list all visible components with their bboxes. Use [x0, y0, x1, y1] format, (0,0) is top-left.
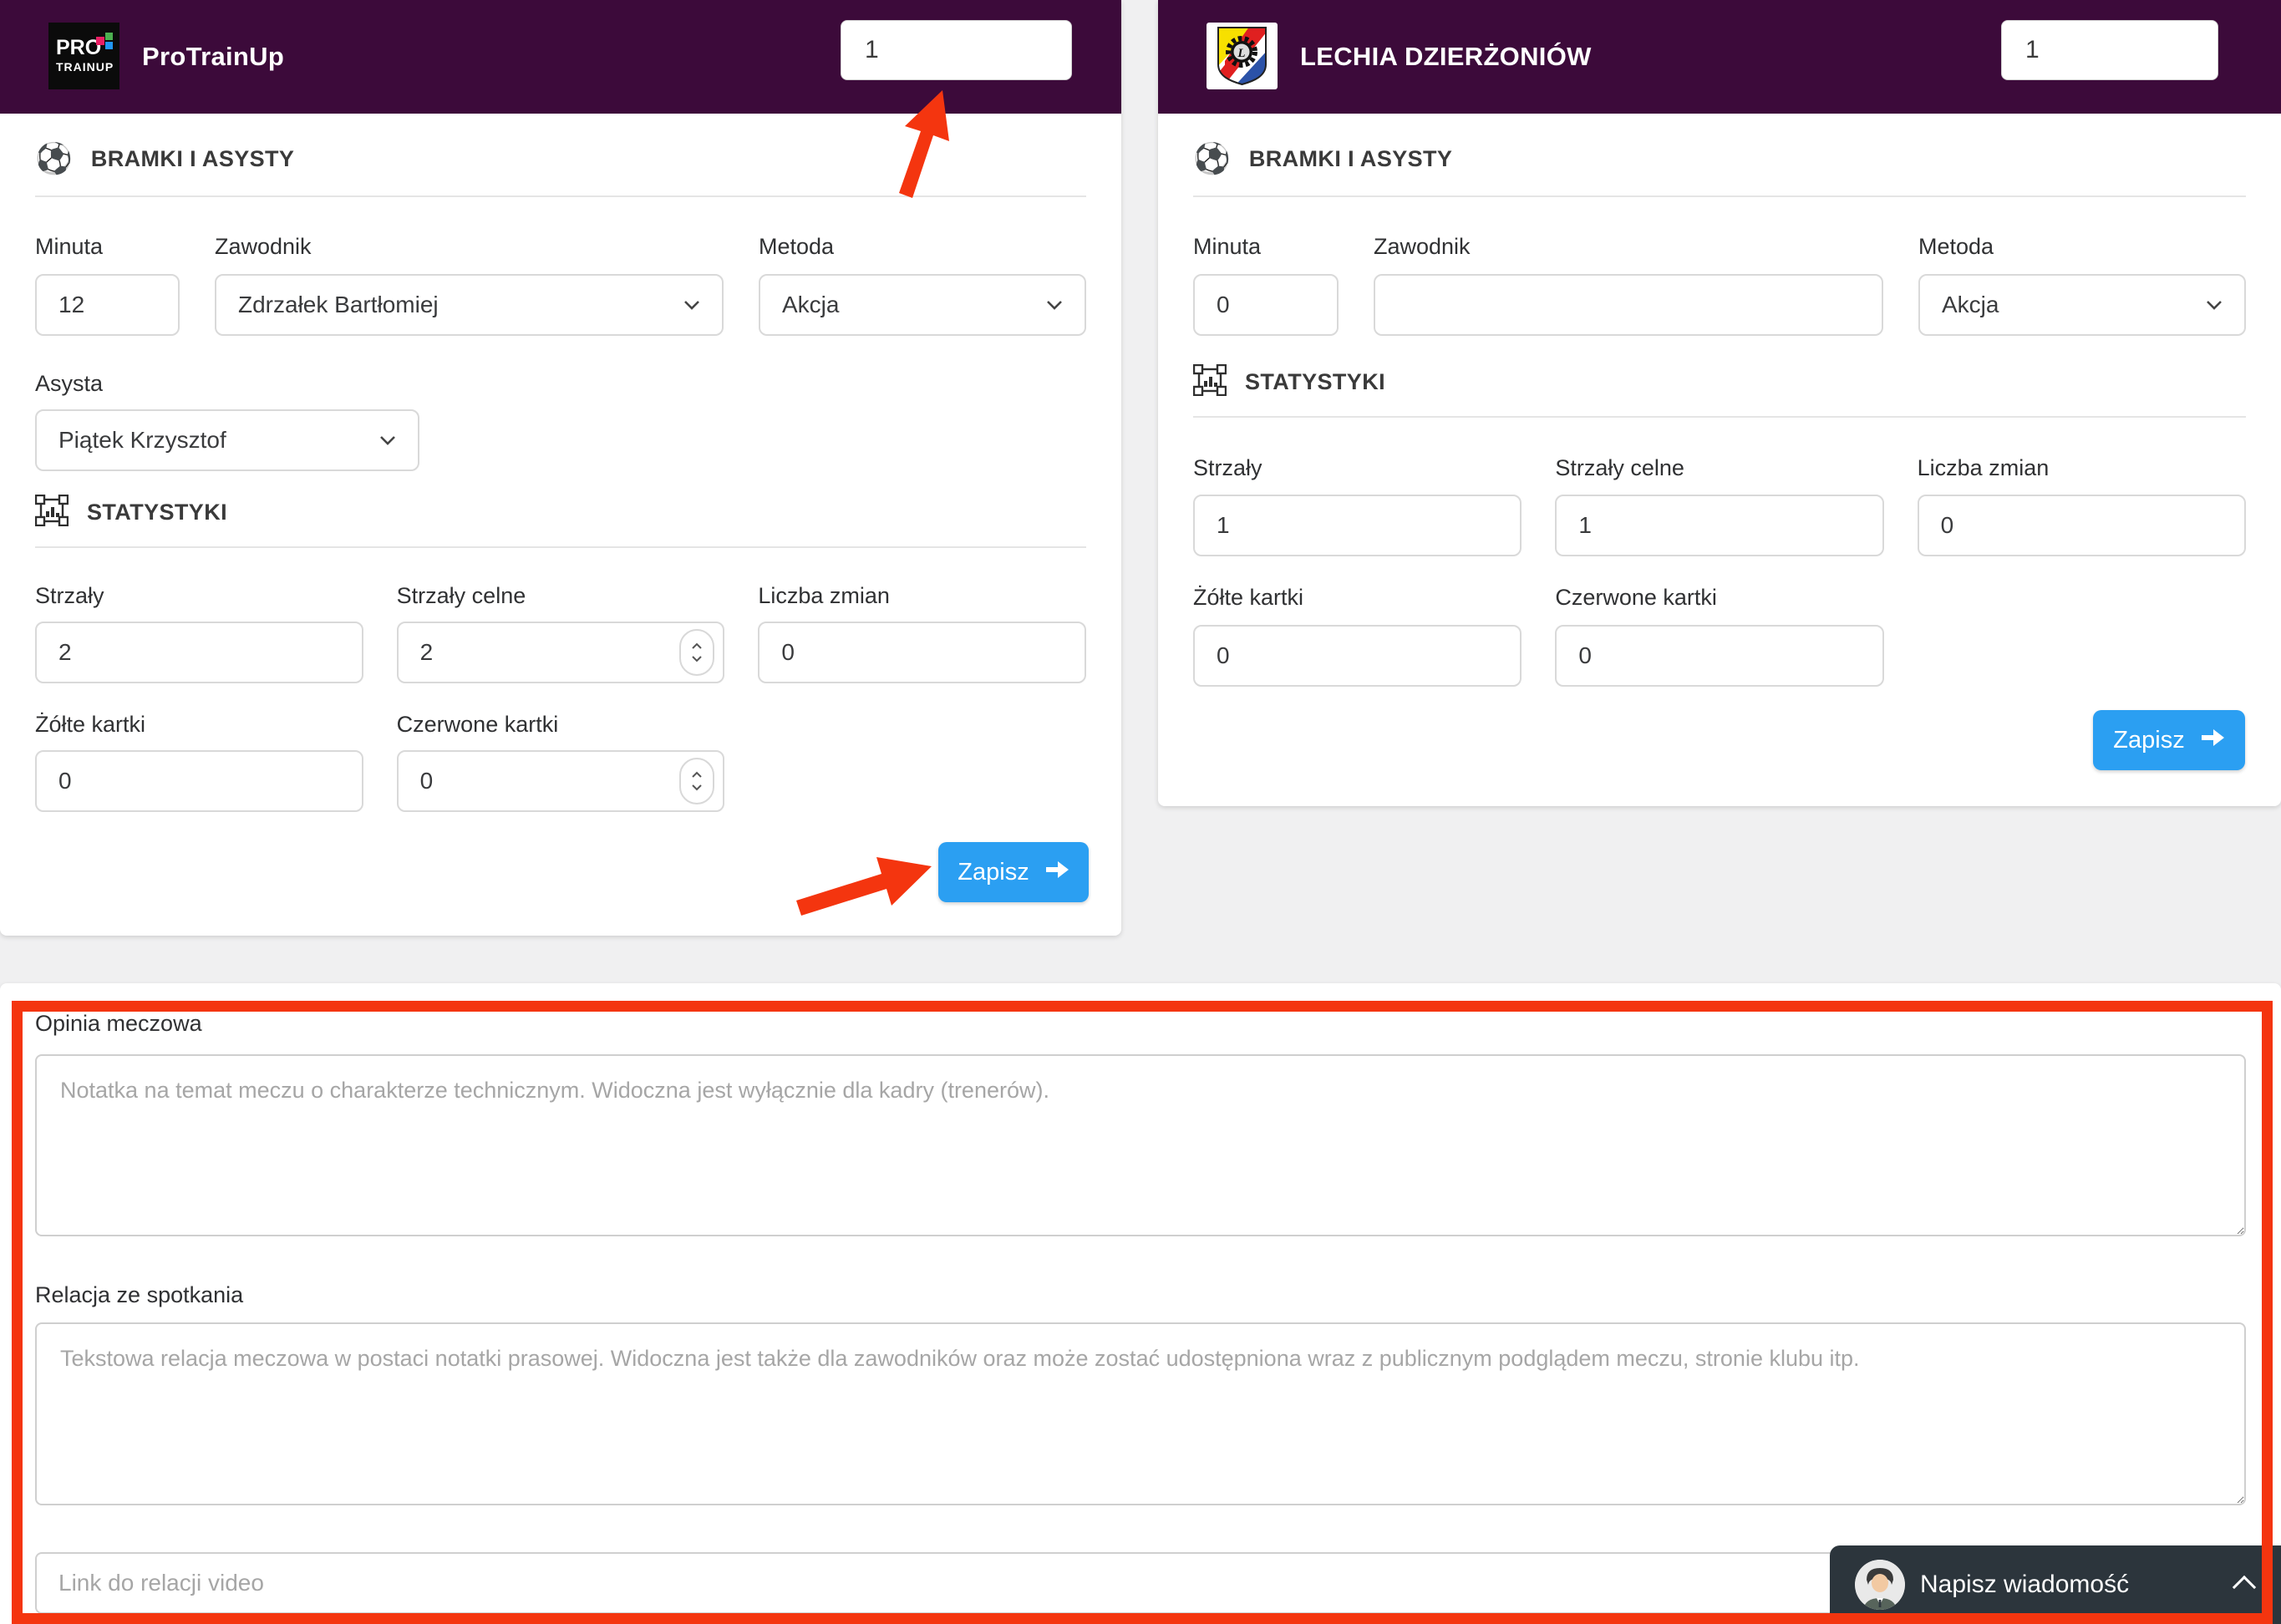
- shots-on-target-label: Strzały celne: [397, 583, 725, 609]
- home-shots-input[interactable]: [35, 622, 363, 683]
- away-shots-on-target-input[interactable]: [1555, 495, 1883, 556]
- match-opinion-label: Opinia meczowa: [35, 1011, 202, 1037]
- home-red-cards-input[interactable]: [397, 750, 725, 812]
- home-stats-section-header: STATYSTYKI: [35, 495, 227, 530]
- divider: [35, 546, 1086, 548]
- chat-widget-label: Napisz wiadomość: [1920, 1571, 2129, 1599]
- away-goals-section-header: ⚽ BRAMKI I ASYSTY: [1193, 144, 1452, 174]
- match-report-panel: Opinia meczowa Relacja ze spotkania: [0, 983, 2281, 1624]
- home-team-panel: PRO TRAINUP ProTrainUp ⚽ BRAMKI I ASYSTY…: [0, 0, 1121, 936]
- protrainup-logo: PRO TRAINUP: [48, 23, 119, 89]
- chevron-down-icon: [1046, 300, 1063, 310]
- red-cards-label: Czerwone kartki: [397, 712, 725, 738]
- away-save-label: Zapisz: [2113, 727, 2184, 754]
- lechia-club-crest: L: [1207, 23, 1278, 89]
- home-player-select[interactable]: Zdrzałek Bartłomiej: [215, 274, 724, 336]
- home-assist-select[interactable]: Piątek Krzysztof: [35, 409, 419, 471]
- away-stats-section-title: STATYSTYKI: [1245, 369, 1385, 395]
- method-label: Metoda: [759, 234, 834, 259]
- chevron-down-icon: [2206, 300, 2223, 310]
- yellow-cards-label: Żółte kartki: [1193, 585, 1522, 611]
- away-yellow-cards-input[interactable]: [1193, 625, 1522, 687]
- chevron-down-icon: [379, 435, 396, 445]
- away-goals-section-title: BRAMKI I ASYSTY: [1249, 146, 1453, 172]
- arrow-right-icon: [1046, 859, 1069, 886]
- home-method-value: Akcja: [782, 292, 839, 318]
- divider: [1193, 195, 2246, 197]
- bar-chart-icon: [1193, 364, 1227, 400]
- method-label: Metoda: [1918, 234, 1994, 259]
- away-team-panel: L LECHIA DZIERŻONIÓW ⚽ BRAMKI I ASYSTY M…: [1158, 0, 2281, 806]
- home-team-header: PRO TRAINUP ProTrainUp: [0, 0, 1121, 114]
- chevron-up-icon: [2233, 1576, 2256, 1599]
- away-player-input[interactable]: [1374, 274, 1883, 336]
- arrow-right-icon: [2202, 727, 2225, 754]
- home-player-value: Zdrzałek Bartłomiej: [238, 292, 439, 318]
- bar-chart-icon: [35, 495, 69, 530]
- away-substitutions-input[interactable]: [1918, 495, 2246, 556]
- number-spinner[interactable]: [679, 629, 714, 676]
- assist-label: Asysta: [35, 371, 103, 396]
- substitutions-label: Liczba zmian: [758, 583, 1086, 609]
- svg-text:TRAINUP: TRAINUP: [56, 60, 114, 74]
- shots-on-target-label: Strzały celne: [1555, 455, 1883, 481]
- home-goals-section-title: BRAMKI I ASYSTY: [91, 146, 295, 172]
- divider: [1193, 416, 2246, 418]
- home-shots-on-target-input[interactable]: [397, 622, 725, 683]
- red-cards-label: Czerwone kartki: [1555, 585, 1883, 611]
- svg-text:PRO: PRO: [56, 36, 101, 59]
- away-score-input[interactable]: [2001, 20, 2218, 80]
- chevron-down-icon: [683, 300, 700, 310]
- home-save-label: Zapisz: [958, 859, 1029, 886]
- shots-label: Strzały: [35, 583, 363, 609]
- support-avatar: [1855, 1560, 1905, 1610]
- home-stats-section-title: STATYSTYKI: [87, 500, 227, 525]
- yellow-cards-label: Żółte kartki: [35, 712, 363, 738]
- divider: [35, 195, 1086, 197]
- away-team-header: L LECHIA DZIERŻONIÓW: [1158, 0, 2281, 114]
- chat-widget-button[interactable]: Napisz wiadomość: [1830, 1545, 2281, 1624]
- svg-text:L: L: [1237, 47, 1245, 60]
- home-save-button[interactable]: Zapisz: [938, 842, 1089, 902]
- away-minute-input[interactable]: [1193, 274, 1339, 336]
- home-minute-input[interactable]: [35, 274, 180, 336]
- away-red-cards-input[interactable]: [1555, 625, 1883, 687]
- number-spinner[interactable]: [679, 758, 714, 804]
- away-method-value: Akcja: [1942, 292, 1999, 318]
- soccer-ball-icon: ⚽: [1193, 144, 1231, 174]
- match-opinion-textarea[interactable]: [35, 1054, 2246, 1236]
- soccer-ball-icon: ⚽: [35, 144, 73, 174]
- away-team-name: LECHIA DZIERŻONIÓW: [1300, 0, 1592, 114]
- shots-label: Strzały: [1193, 455, 1522, 481]
- home-assist-value: Piątek Krzysztof: [58, 427, 226, 454]
- away-stats-section-header: STATYSTYKI: [1193, 364, 1385, 400]
- home-substitutions-input[interactable]: [758, 622, 1086, 683]
- minute-label: Minuta: [1193, 234, 1261, 259]
- home-method-select[interactable]: Akcja: [759, 274, 1086, 336]
- home-team-name: ProTrainUp: [142, 0, 284, 114]
- player-label: Zawodnik: [1374, 234, 1471, 259]
- away-shots-input[interactable]: [1193, 495, 1522, 556]
- away-save-button[interactable]: Zapisz: [2093, 710, 2245, 770]
- away-method-select[interactable]: Akcja: [1918, 274, 2246, 336]
- player-label: Zawodnik: [215, 234, 312, 259]
- minute-label: Minuta: [35, 234, 103, 259]
- substitutions-label: Liczba zmian: [1918, 455, 2246, 481]
- match-relation-label: Relacja ze spotkania: [35, 1282, 243, 1308]
- match-relation-textarea[interactable]: [35, 1322, 2246, 1505]
- home-score-input[interactable]: [841, 20, 1072, 80]
- home-goals-section-header: ⚽ BRAMKI I ASYSTY: [35, 144, 294, 174]
- home-yellow-cards-input[interactable]: [35, 750, 363, 812]
